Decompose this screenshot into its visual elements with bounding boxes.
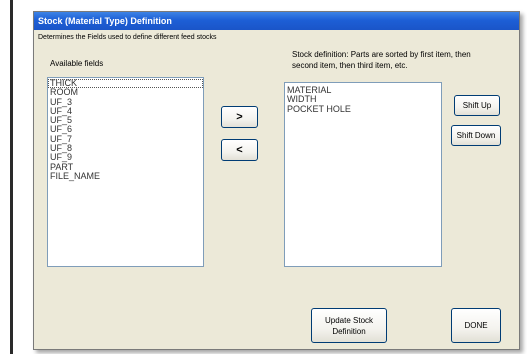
list-item[interactable]: POCKET HOLE: [285, 104, 441, 114]
available-fields-label: Available fields: [50, 59, 104, 68]
stock-definition-list[interactable]: MATERIAL WIDTH POCKET HOLE: [284, 82, 442, 267]
background-window-edge: [10, 0, 13, 354]
shift-down-button[interactable]: Shift Down: [451, 125, 501, 146]
shift-up-button[interactable]: Shift Up: [454, 95, 500, 116]
stock-definition-dialog: Stock (Material Type) Definition Determi…: [33, 11, 520, 350]
stock-definition-label: Stock definition: Parts are sorted by fi…: [292, 50, 471, 70]
list-item[interactable]: FILE_NAME: [48, 171, 203, 181]
title-bar[interactable]: Stock (Material Type) Definition: [34, 12, 519, 30]
available-fields-list[interactable]: THICK ROOM UF_3 UF_4 UF_5 UF_6 UF_7 UF_8…: [47, 77, 204, 267]
update-stock-definition-button[interactable]: Update Stock Definition: [311, 308, 387, 343]
remove-field-button[interactable]: <: [221, 139, 258, 161]
add-field-button[interactable]: >: [221, 106, 258, 128]
dialog-description: Determines the Fields used to define dif…: [38, 34, 217, 41]
screenshot-stage: Stock (Material Type) Definition Determi…: [0, 0, 527, 354]
done-button[interactable]: DONE: [451, 308, 501, 343]
